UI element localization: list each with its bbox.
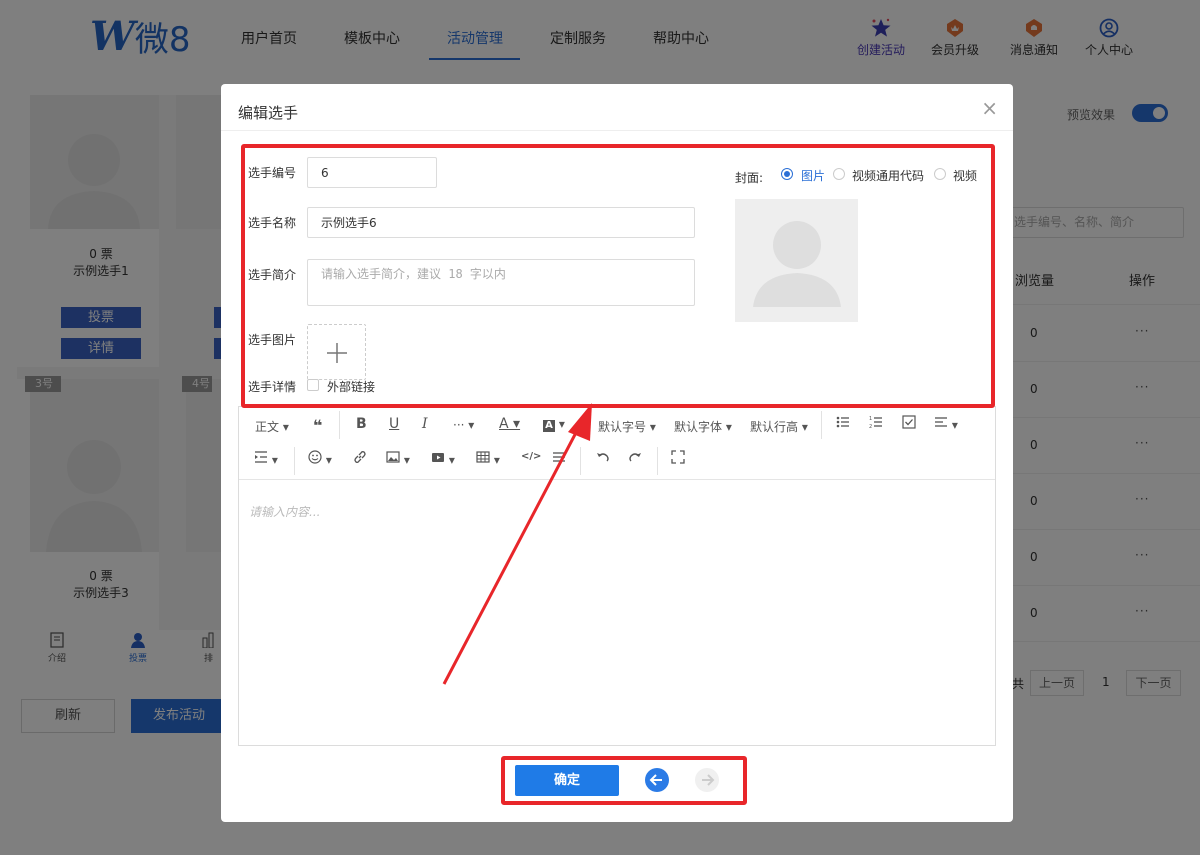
emoji-icon[interactable]: ▾ <box>308 450 332 467</box>
more-formats-dropdown[interactable]: ··· ▾ <box>453 418 474 432</box>
video-icon[interactable]: ▾ <box>431 450 455 467</box>
annotation-box-footer <box>501 756 747 805</box>
editor-content-area[interactable]: 请输入内容... <box>249 503 320 520</box>
bulleted-list-icon[interactable] <box>836 415 850 432</box>
paragraph-format-dropdown[interactable]: 正文 ▾ <box>255 418 289 435</box>
annotation-box-form <box>241 144 995 408</box>
line-height-dropdown[interactable]: 默认行高 ▾ <box>750 418 808 435</box>
svg-text:2: 2 <box>869 424 872 429</box>
editor-toolbar: 正文 ▾ ❝ B U I ··· ▾ A ▾ A ▾ 默认字号 ▾ 默认字体 ▾… <box>239 407 995 480</box>
font-family-dropdown[interactable]: 默认字体 ▾ <box>674 418 732 435</box>
svg-text:1: 1 <box>869 416 872 422</box>
table-icon[interactable]: ▾ <box>476 450 500 467</box>
code-icon[interactable]: </> <box>521 451 541 462</box>
close-icon[interactable]: × <box>981 96 998 120</box>
divider-icon[interactable] <box>552 450 566 467</box>
underline-icon[interactable]: U <box>389 416 399 432</box>
fullscreen-icon[interactable] <box>671 450 685 467</box>
font-size-dropdown[interactable]: 默认字号 ▾ <box>598 418 656 435</box>
undo-icon[interactable] <box>596 450 610 467</box>
checklist-icon[interactable] <box>902 415 916 432</box>
italic-icon[interactable]: I <box>422 416 428 432</box>
bold-icon[interactable]: B <box>356 416 367 432</box>
numbered-list-icon[interactable]: 12 <box>869 415 883 432</box>
indent-dropdown[interactable]: ▾ <box>254 450 278 467</box>
rich-text-editor: 正文 ▾ ❝ B U I ··· ▾ A ▾ A ▾ 默认字号 ▾ 默认字体 ▾… <box>238 406 996 746</box>
edit-contestant-dialog: 编辑选手 × 选手编号 6 选手名称 示例选手6 选手简介 请输入选手简介，建议… <box>221 84 1013 822</box>
dialog-divider <box>221 130 1013 131</box>
blockquote-icon[interactable]: ❝ <box>313 416 322 435</box>
font-color-icon[interactable]: A ▾ <box>499 416 520 432</box>
dialog-title: 编辑选手 <box>238 104 299 122</box>
image-icon[interactable]: ▾ <box>386 450 410 467</box>
link-icon[interactable] <box>353 450 367 467</box>
align-dropdown[interactable]: ▾ <box>934 415 958 432</box>
redo-icon[interactable] <box>628 450 642 467</box>
background-color-icon[interactable]: A ▾ <box>543 417 565 432</box>
